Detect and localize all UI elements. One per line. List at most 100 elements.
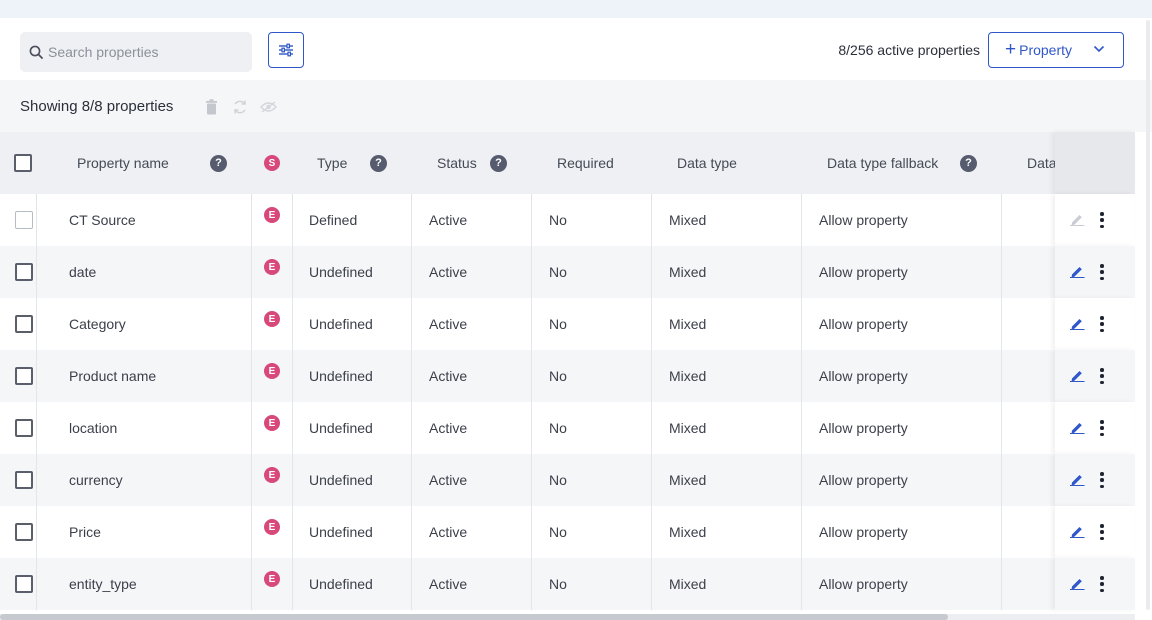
pencil-icon[interactable] [1069, 472, 1085, 491]
required-cell: No [549, 576, 567, 592]
row-checkbox[interactable] [15, 575, 33, 593]
column-divider [1001, 350, 1002, 402]
column-divider [411, 350, 412, 402]
kebab-icon[interactable] [1100, 264, 1104, 280]
status-cell: Active [429, 264, 468, 280]
required-cell: No [549, 316, 567, 332]
row-checkbox[interactable] [15, 263, 33, 281]
header-status[interactable]: Status [437, 132, 477, 194]
add-property-label: Property [1019, 42, 1073, 58]
table-row[interactable]: entity_type E Undefined Active No Mixed Allow … [0, 558, 1135, 610]
required-cell: No [549, 264, 567, 280]
table-row[interactable]: Category E Undefined Active No Mixed Allow pro… [0, 298, 1135, 350]
refresh-icon[interactable] [232, 99, 248, 115]
column-divider [36, 506, 37, 558]
pencil-icon[interactable] [1069, 316, 1085, 335]
help-icon[interactable]: ? [490, 132, 507, 194]
column-divider [651, 454, 652, 506]
event-badge-cell: E [264, 350, 280, 402]
event-badge: E [264, 519, 280, 535]
column-divider [1001, 298, 1002, 350]
row-checkbox[interactable] [15, 211, 33, 229]
help-icon[interactable]: ? [960, 132, 977, 194]
table-row[interactable]: Product name E Undefined Active No Mixed Allow… [0, 350, 1135, 402]
header-property-name[interactable]: Property name [77, 132, 169, 194]
horizontal-scrollbar-thumb[interactable] [0, 614, 948, 620]
event-badge-cell: E [264, 454, 280, 506]
row-checkbox-cell [15, 194, 33, 246]
column-divider [531, 454, 532, 506]
required-cell: No [549, 472, 567, 488]
select-all-checkbox[interactable] [14, 154, 32, 172]
search-input[interactable] [48, 44, 238, 60]
row-actions [1055, 246, 1135, 298]
column-divider [801, 298, 802, 350]
data-type-cell: Mixed [669, 316, 707, 332]
row-checkbox[interactable] [15, 419, 33, 437]
property-name-cell: Price [69, 524, 101, 540]
search-box[interactable] [20, 32, 252, 72]
kebab-icon[interactable] [1100, 576, 1104, 592]
table-row[interactable]: CT Source E Defined Active No Mixed Allow prop… [0, 194, 1135, 246]
table-row[interactable]: date E Undefined Active No Mixed Allow propert… [0, 246, 1135, 298]
pencil-icon[interactable] [1069, 264, 1085, 283]
column-divider [651, 402, 652, 454]
data-type-fallback-cell: Allow property [819, 264, 908, 280]
column-divider [292, 298, 293, 350]
help-icon[interactable]: ? [210, 132, 227, 194]
kebab-icon[interactable] [1100, 420, 1104, 436]
vertical-scrollbar[interactable] [1146, 20, 1150, 610]
properties-table: Property name ? S Type ? Status ? Requir… [0, 132, 1135, 610]
filter-button[interactable] [268, 32, 304, 68]
column-divider [1001, 558, 1002, 610]
header-data-type-fallback[interactable]: Data type fallback [827, 132, 938, 194]
type-cell: Undefined [309, 576, 373, 592]
eye-off-icon[interactable] [260, 101, 277, 113]
kebab-icon[interactable] [1100, 316, 1104, 332]
table-row[interactable]: currency E Undefined Active No Mixed Allow pro… [0, 454, 1135, 506]
row-checkbox[interactable] [15, 523, 33, 541]
status-cell: Active [429, 368, 468, 384]
properties-toolbar: 8/256 active properties + Property [0, 18, 1152, 80]
data-type-fallback-cell: Allow property [819, 316, 908, 332]
add-property-button[interactable]: + Property [988, 32, 1124, 68]
chevron-down-icon[interactable] [1093, 45, 1105, 53]
trash-icon[interactable] [205, 99, 218, 115]
table-row[interactable]: Price E Undefined Active No Mixed Allow proper… [0, 506, 1135, 558]
horizontal-scrollbar[interactable] [0, 614, 1135, 620]
pencil-icon[interactable] [1069, 368, 1085, 387]
table-row[interactable]: location E Undefined Active No Mixed Allow pro… [0, 402, 1135, 454]
column-divider [251, 350, 252, 402]
row-actions [1055, 558, 1135, 610]
column-divider [251, 402, 252, 454]
pencil-icon[interactable] [1069, 420, 1085, 439]
header-data-type[interactable]: Data type [677, 132, 737, 194]
kebab-icon[interactable] [1100, 212, 1104, 228]
header-data-truncated[interactable]: Data [1027, 132, 1057, 194]
required-cell: No [549, 524, 567, 540]
event-badge-cell: E [264, 558, 280, 610]
status-cell: Active [429, 420, 468, 436]
column-divider [411, 454, 412, 506]
kebab-icon[interactable] [1100, 368, 1104, 384]
column-divider [292, 350, 293, 402]
row-checkbox[interactable] [15, 315, 33, 333]
column-divider [1001, 454, 1002, 506]
pencil-icon[interactable] [1069, 576, 1085, 595]
row-checkbox[interactable] [15, 471, 33, 489]
header-required[interactable]: Required [557, 132, 614, 194]
help-icon[interactable]: ? [370, 132, 387, 194]
row-actions [1055, 298, 1135, 350]
column-divider [36, 402, 37, 454]
row-checkbox[interactable] [15, 367, 33, 385]
row-checkbox-cell [15, 246, 33, 298]
pencil-icon[interactable] [1069, 524, 1085, 543]
header-type[interactable]: Type [317, 132, 347, 194]
row-actions [1055, 194, 1135, 246]
event-badge: E [264, 363, 280, 379]
column-divider [251, 194, 252, 246]
status-cell: Active [429, 212, 468, 228]
kebab-icon[interactable] [1100, 524, 1104, 540]
kebab-icon[interactable] [1100, 472, 1104, 488]
column-divider [801, 194, 802, 246]
